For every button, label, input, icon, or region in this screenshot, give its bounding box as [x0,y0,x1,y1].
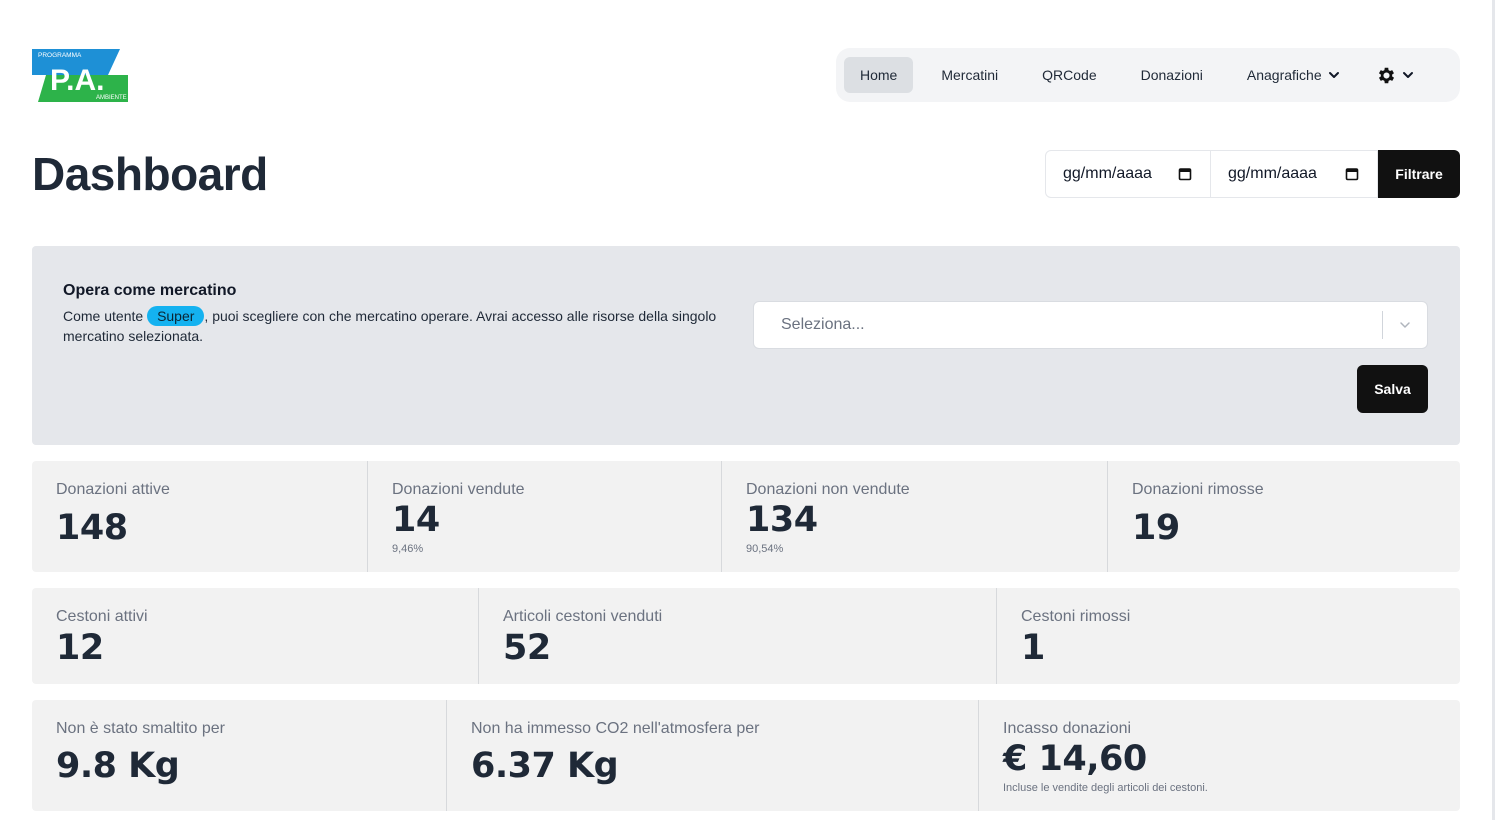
chevron-down-icon [1328,72,1339,78]
stat-value: 134 [746,500,818,540]
operate-as-panel: Opera come mercatino Come utente Super, … [32,246,1460,445]
stat-articoli-cestoni-venduti: Articoli cestoni venduti 52 [479,588,997,684]
stat-percentage: 90,54% [746,543,784,555]
date-from-placeholder: gg/mm/aaaa [1063,165,1152,182]
stat-value: € 14,60 [1003,739,1147,779]
stat-cestoni-attivi: Cestoni attivi 12 [32,588,479,684]
main-navigation: Home Mercatini QRCode Donazioni Anagrafi… [836,48,1460,102]
settings-dropdown[interactable] [1368,57,1422,93]
stat-label: Cestoni rimossi [1021,608,1131,625]
stat-label: Non ha immesso CO2 nell'atmosfera per [471,720,760,737]
baskets-stats-row: Cestoni attivi 12 Articoli cestoni vendu… [32,588,1460,684]
role-badge: Super [147,306,205,326]
stat-value: 6.37 Kg [471,746,619,786]
stat-note: Incluse le vendite degli articoli dei ce… [1003,782,1208,794]
select-chevron[interactable] [1383,319,1427,331]
stat-co2: Non ha immesso CO2 nell'atmosfera per 6.… [447,700,979,811]
stat-donazioni-vendute: Donazioni vendute 14 9,46% [368,461,722,572]
mercatino-select[interactable]: Seleziona... [753,301,1428,349]
logo[interactable]: PROGRAMMA P.A. AMBIENTE [32,47,128,103]
date-to-input[interactable]: gg/mm/aaaa [1211,150,1378,198]
svg-text:AMBIENTE: AMBIENTE [96,95,127,101]
date-from-input[interactable]: gg/mm/aaaa [1045,150,1211,198]
nav-qrcode[interactable]: QRCode [1026,57,1112,93]
stat-label: Incasso donazioni [1003,720,1132,737]
stat-value: 19 [1132,508,1180,548]
stat-value: 1 [1021,628,1045,668]
stat-donazioni-rimosse: Donazioni rimosse 19 [1108,461,1460,572]
impact-stats-row: Non è stato smaltito per 9.8 Kg Non ha i… [32,700,1460,811]
calendar-icon[interactable] [1178,167,1192,181]
nav-anagrafiche-dropdown[interactable]: Anagrafiche [1231,57,1356,93]
stat-label: Non è stato smaltito per [56,720,225,737]
donations-stats-row: Donazioni attive 148 Donazioni vendute 1… [32,461,1460,572]
stat-smaltito: Non è stato smaltito per 9.8 Kg [32,700,447,811]
stat-value: 148 [56,508,128,548]
stat-value: 9.8 Kg [56,746,180,786]
nav-qrcode-label: QRCode [1042,67,1097,83]
svg-text:P.A.: P.A. [50,64,104,97]
stat-value: 14 [392,500,440,540]
stat-incasso-donazioni: Incasso donazioni € 14,60 Incluse le ven… [979,700,1460,811]
stat-percentage: 9,46% [392,543,424,555]
gear-icon [1378,67,1394,83]
logo-graphic: PROGRAMMA P.A. AMBIENTE [32,49,128,102]
filter-button[interactable]: Filtrare [1378,150,1460,198]
calendar-icon[interactable] [1345,167,1359,181]
nav-donazioni[interactable]: Donazioni [1125,57,1219,93]
save-button[interactable]: Salva [1357,365,1428,413]
chevron-down-icon [1400,322,1410,328]
stat-label: Donazioni rimosse [1132,481,1264,498]
stat-value: 52 [503,628,551,668]
nav-anagrafiche-label: Anagrafiche [1246,67,1322,83]
page-title: Dashboard [32,148,268,200]
stat-donazioni-attive: Donazioni attive 148 [32,461,368,572]
stat-label: Donazioni vendute [392,481,525,498]
stat-label: Articoli cestoni venduti [503,608,663,625]
stat-label: Donazioni attive [56,481,170,498]
nav-mercatini[interactable]: Mercatini [925,57,1014,93]
stat-cestoni-rimossi: Cestoni rimossi 1 [997,588,1460,684]
nav-home-label: Home [860,67,898,83]
date-filter: gg/mm/aaaa gg/mm/aaaa Filtrare [1045,150,1460,198]
operate-desc-prefix: Come utente [63,308,148,324]
stat-label: Cestoni attivi [56,608,148,625]
stat-donazioni-non-vendute: Donazioni non vendute 134 90,54% [722,461,1108,572]
chevron-down-icon [1402,72,1413,78]
select-placeholder: Seleziona... [781,316,865,333]
nav-home[interactable]: Home [844,57,914,93]
svg-text:PROGRAMMA: PROGRAMMA [38,52,82,59]
stat-value: 12 [56,628,104,668]
operate-title: Opera come mercatino [63,282,237,299]
nav-donazioni-label: Donazioni [1140,67,1203,83]
stat-label: Donazioni non vendute [746,481,910,498]
operate-description: Come utente Super, puoi scegliere con ch… [63,306,753,346]
date-to-placeholder: gg/mm/aaaa [1228,165,1317,182]
nav-mercatini-label: Mercatini [941,67,999,83]
